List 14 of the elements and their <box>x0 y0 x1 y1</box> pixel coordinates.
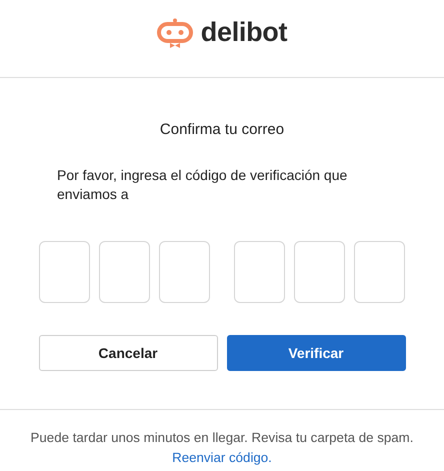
code-digit-field[interactable] <box>354 241 405 303</box>
code-digit-field[interactable] <box>159 241 210 303</box>
instruction-text: Por favor, ingresa el código de verificación que enviamos a <box>57 166 348 204</box>
brand-name: delibot <box>200 17 288 48</box>
code-digit-field[interactable] <box>234 241 285 303</box>
code-digit-field[interactable] <box>39 241 90 303</box>
verify-button[interactable]: Verificar <box>226 335 406 371</box>
robot-logo-icon <box>156 18 193 48</box>
footer-note: Puede tardar unos minutos en llegar. Revisa tu carpeta de spam. Reenviar código. <box>30 429 414 467</box>
dialog-title: Confirma tu correo <box>160 121 284 138</box>
resend-link[interactable]: Reenviar código. <box>172 450 272 465</box>
code-digit-field[interactable] <box>99 241 150 303</box>
cancel-button[interactable]: Cancelar <box>38 335 218 371</box>
code-digit-field[interactable] <box>294 241 345 303</box>
